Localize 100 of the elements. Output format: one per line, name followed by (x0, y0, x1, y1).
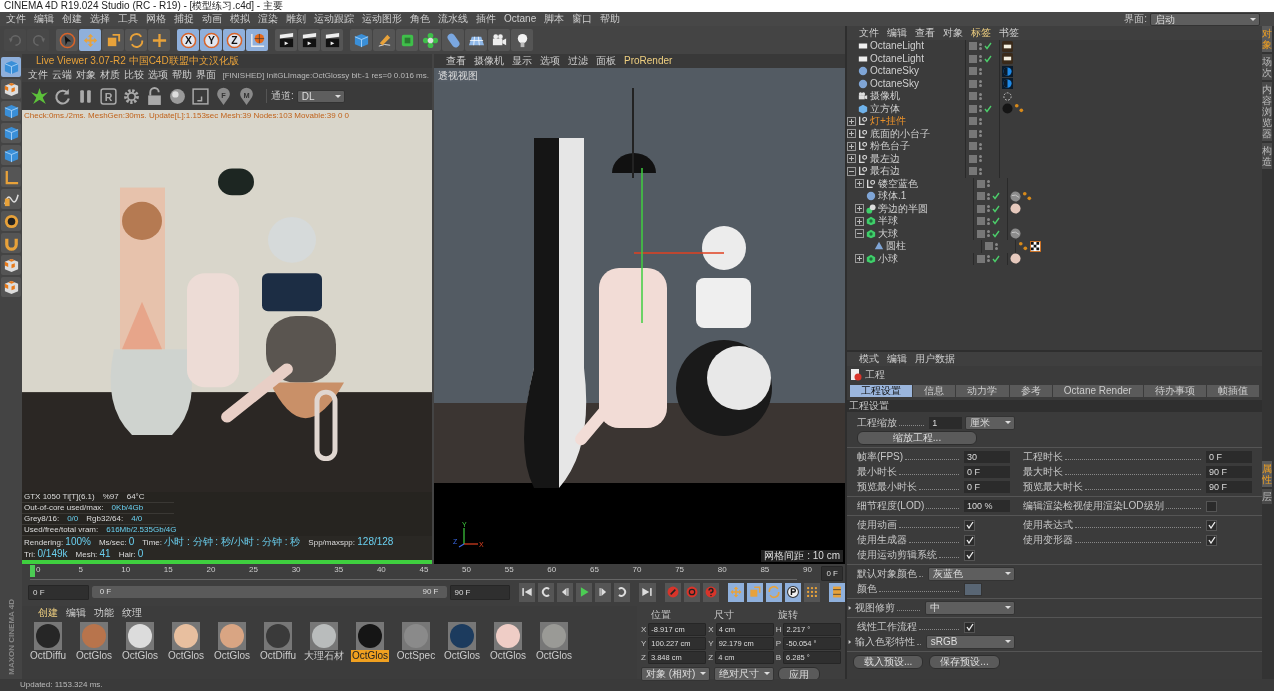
visibility-dots-icon[interactable] (987, 255, 990, 263)
visibility-dots-icon[interactable] (979, 55, 982, 63)
attribute-tab[interactable]: 参考 (1009, 385, 1052, 397)
toolbar-button[interactable] (321, 29, 343, 51)
dots-tag-icon[interactable] (1014, 103, 1025, 115)
menu-item[interactable]: 创建 (34, 606, 62, 620)
checkbox[interactable] (964, 534, 975, 546)
object-name[interactable]: OctaneSky (870, 65, 919, 78)
menu-item[interactable]: 角色 (406, 12, 434, 26)
scale-project-button[interactable]: 缩放工程... (857, 431, 977, 445)
color-swatch[interactable] (964, 582, 982, 596)
menu-item[interactable]: 脚本 (540, 12, 569, 26)
menu-item[interactable]: 云端 (50, 68, 74, 82)
layout-dropdown[interactable]: 启动 (1150, 12, 1260, 26)
menu-item[interactable]: 文件 (26, 68, 50, 82)
object-name[interactable]: 大球 (878, 227, 898, 240)
playback-button[interactable] (784, 582, 801, 602)
object-name[interactable]: 圆柱 (886, 240, 906, 253)
menu-item[interactable]: 选择 (86, 12, 114, 26)
playback-button[interactable] (538, 582, 555, 602)
visibility-dots-icon[interactable] (979, 105, 982, 113)
menu-item[interactable]: 查看 (911, 26, 939, 40)
attribute-tab[interactable]: 工程设置 (850, 385, 913, 397)
dropdown[interactable]: sRGB (925, 635, 1015, 649)
visibility-dots-icon[interactable] (979, 92, 982, 100)
visibility-dots-icon[interactable] (979, 117, 982, 125)
menu-item[interactable]: 摄像机 (470, 54, 508, 68)
preset-button[interactable]: 载入预设... (853, 655, 924, 669)
dots-tag-icon[interactable] (1018, 240, 1029, 252)
expand-toggle[interactable] (855, 229, 864, 239)
expand-toggle[interactable] (847, 129, 856, 139)
object-name[interactable]: 立方体 (870, 102, 900, 115)
object-name[interactable]: OctaneSky (870, 77, 919, 90)
object-name[interactable]: 旁边的半圆 (878, 202, 928, 215)
number-field[interactable]: 0 F (964, 466, 1010, 478)
menu-item[interactable]: 帮助 (170, 68, 194, 82)
visibility-dots-icon[interactable] (987, 180, 990, 188)
visibility-dots-icon[interactable] (987, 205, 990, 213)
checkbox[interactable] (1206, 534, 1217, 546)
target-tag-icon[interactable] (1002, 90, 1013, 102)
menu-item[interactable]: 插件 (472, 12, 500, 26)
menu-item[interactable]: 运动图形 (358, 12, 406, 26)
number-field[interactable]: 90 F (1206, 481, 1252, 493)
number-field[interactable]: 0 F (1206, 451, 1252, 463)
menu-item[interactable]: 捕捉 (170, 12, 198, 26)
object-name[interactable]: 最右边 (870, 165, 900, 178)
menu-item[interactable]: 书签 (995, 26, 1023, 40)
playback-button[interactable] (614, 582, 631, 602)
menu-item[interactable]: 雕刻 (282, 12, 310, 26)
menu-item[interactable]: 标签 (967, 26, 995, 40)
tool-button[interactable] (1, 101, 21, 121)
object-name[interactable]: 粉色台子 (870, 140, 910, 153)
checkbox[interactable] (964, 549, 975, 561)
menu-item[interactable]: 编辑 (883, 352, 911, 366)
current-frame-field[interactable]: 0 F (821, 566, 843, 581)
playback-button[interactable] (639, 582, 656, 602)
expand-toggle[interactable] (855, 216, 864, 226)
check-icon[interactable] (992, 254, 1000, 263)
check-icon[interactable] (992, 192, 1000, 201)
visibility-dots-icon[interactable] (979, 80, 982, 88)
expand-toggle[interactable] (855, 204, 864, 214)
visibility-dots-icon[interactable] (979, 167, 982, 175)
expand-arrow-icon[interactable] (848, 639, 852, 645)
menu-item[interactable]: 纹理 (118, 606, 146, 620)
tool-button[interactable] (1, 189, 21, 209)
toolbar-button[interactable]: X (177, 29, 199, 51)
object-name[interactable]: OctaneLight (870, 52, 924, 65)
attribute-tab[interactable]: 动力学 (956, 385, 1009, 397)
menu-item[interactable]: 文件 (855, 26, 883, 40)
menu-item[interactable]: 编辑 (883, 26, 911, 40)
checker-tag-icon[interactable] (1030, 240, 1041, 252)
channel-dropdown[interactable]: DL (296, 89, 345, 103)
check-icon[interactable] (992, 229, 1000, 238)
object-name[interactable]: 摄像机 (870, 90, 900, 103)
object-name[interactable]: 小球 (878, 252, 898, 265)
playback-button[interactable] (519, 582, 536, 602)
expand-toggle[interactable] (847, 116, 856, 126)
toolbar-button[interactable] (488, 29, 510, 51)
toolbar-button[interactable]: Z (223, 29, 245, 51)
menu-item[interactable]: 对象 (74, 68, 98, 82)
mode-dropdown[interactable]: 对象 (相对) (641, 667, 711, 681)
menu-item[interactable]: 网格 (142, 12, 170, 26)
menu-item[interactable]: 编辑 (30, 12, 58, 26)
menu-item[interactable]: 界面 (194, 68, 218, 82)
sky-tag-icon[interactable] (1002, 65, 1013, 77)
number-field[interactable]: 90 F (1206, 466, 1252, 478)
tool-button[interactable] (1, 211, 21, 231)
visibility-dots-icon[interactable] (987, 192, 990, 200)
material-ball-icon[interactable] (1010, 228, 1021, 240)
visibility-dots-icon[interactable] (987, 217, 990, 225)
number-field[interactable]: 1 (929, 417, 962, 429)
menu-item[interactable]: 文件 (2, 12, 30, 26)
toolbar-button[interactable]: Y (200, 29, 222, 51)
material-ball-icon[interactable] (1010, 190, 1021, 202)
expand-arrow-icon[interactable] (848, 605, 852, 611)
unit-dropdown[interactable]: 厘米 (965, 416, 1015, 430)
visibility-dots-icon[interactable] (979, 155, 982, 163)
toolbar-button[interactable] (246, 29, 268, 51)
check-icon[interactable] (984, 104, 992, 113)
expand-toggle[interactable] (855, 254, 864, 264)
